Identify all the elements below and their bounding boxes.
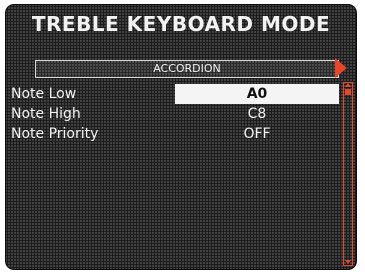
scrollbar[interactable]: [343, 82, 353, 266]
setting-label: Note Low: [11, 86, 77, 102]
setting-row-note-priority[interactable]: Note Priority OFF: [5, 124, 339, 144]
mode-selector-label: ACCORDION: [153, 62, 221, 75]
setting-value[interactable]: OFF: [175, 124, 339, 144]
scroll-down-icon[interactable]: [345, 260, 351, 264]
setting-value[interactable]: C8: [175, 104, 339, 124]
setting-value[interactable]: A0: [175, 84, 339, 104]
setting-row-note-high[interactable]: Note High C8: [5, 104, 339, 124]
triangle-right-icon[interactable]: [335, 58, 347, 78]
page-title: TREBLE KEYBOARD MODE: [31, 12, 331, 36]
scroll-up-icon[interactable]: [345, 83, 351, 87]
setting-label: Note Priority: [11, 126, 99, 142]
mode-selector[interactable]: ACCORDION: [35, 60, 339, 78]
display-screen: TREBLE KEYBOARD MODE ACCORDION Note Low …: [5, 4, 357, 270]
setting-label: Note High: [11, 106, 81, 122]
setting-row-note-low[interactable]: Note Low A0: [5, 84, 339, 104]
scroll-thumb[interactable]: [345, 89, 351, 95]
